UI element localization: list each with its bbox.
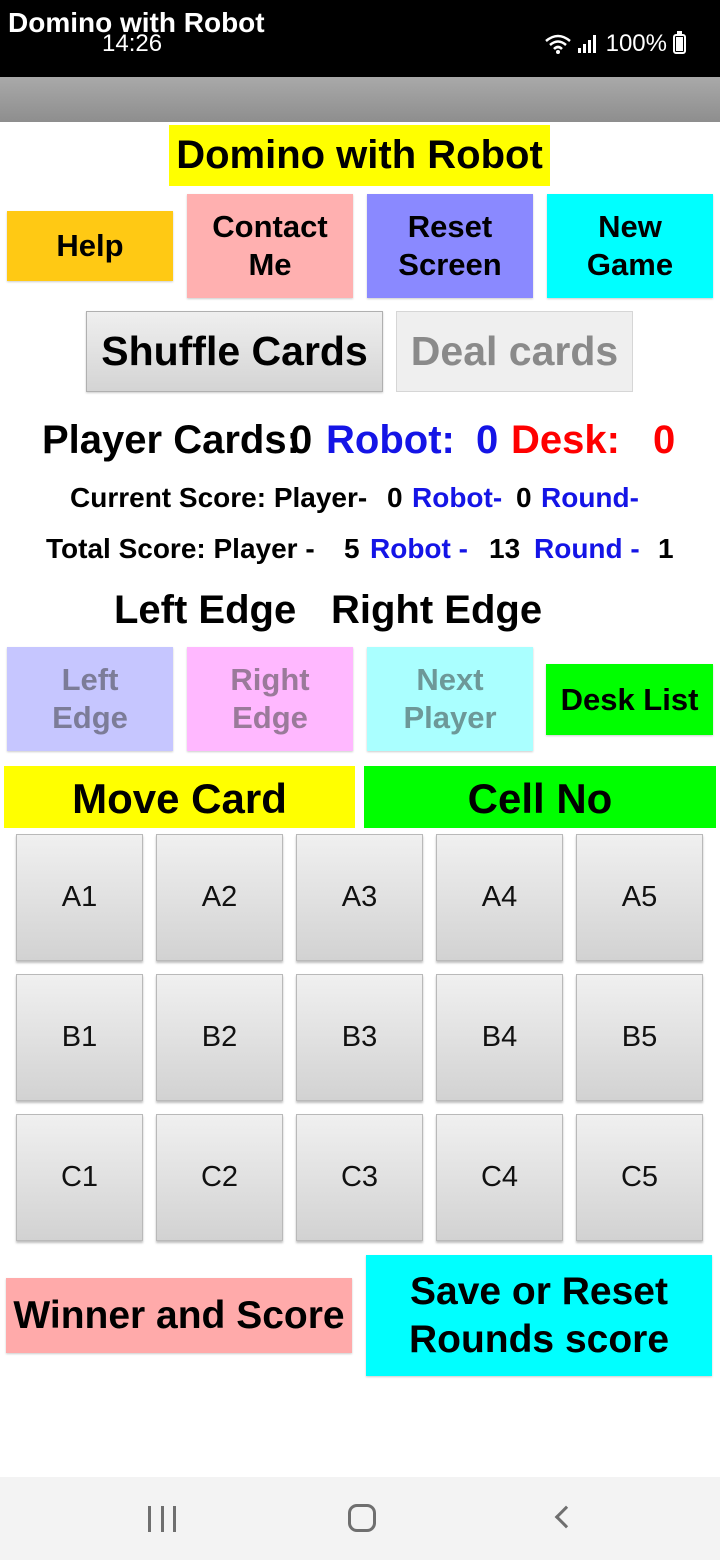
reset-label-line2: Screen [398, 247, 502, 282]
cell-button-c2[interactable]: C2 [156, 1114, 283, 1241]
right-edge-line1: Right [230, 662, 310, 698]
edges-heading: Left Edge Right Edge [0, 588, 720, 638]
cell-no-label: Cell No [364, 766, 716, 828]
card-counts: Player Cards: 0 Robot: 0 Desk: 0 [0, 416, 720, 466]
total-score-robot: 13 [489, 533, 521, 564]
cell-button-a1[interactable]: A1 [16, 834, 143, 961]
left-edge-value: Left Edge [114, 588, 297, 632]
shuffle-label: Shuffle Cards [101, 328, 368, 375]
desk-cards-label: Desk: [511, 418, 620, 462]
current-score: Current Score: Player- 0 Robot- 0 Round- [0, 482, 720, 518]
total-score-round: 1 [658, 533, 674, 564]
cell-button-b4[interactable]: B4 [436, 974, 563, 1101]
contact-label-line1: Contact [212, 209, 328, 245]
cell-button-b5[interactable]: B5 [576, 974, 703, 1101]
next-player-line2: Player [403, 700, 497, 735]
status-icons: 100% [544, 30, 686, 58]
recent-apps-icon[interactable] [148, 1506, 176, 1532]
contact-label-line2: Me [248, 247, 292, 282]
player-cards-value: 0 [290, 418, 313, 462]
winner-and-score-button[interactable]: Winner and Score [6, 1278, 352, 1353]
app-title-bar [0, 77, 720, 122]
next-player-button[interactable]: Next Player [367, 647, 533, 751]
cell-button-b3[interactable]: B3 [296, 974, 423, 1101]
total-score-robot-label: Robot - [370, 533, 468, 564]
signal-icon [577, 35, 596, 53]
desk-cards-value: 0 [653, 418, 676, 462]
winner-label: Winner and Score [13, 1293, 345, 1337]
total-score-player: 5 [344, 533, 360, 564]
cell-button-c4[interactable]: C4 [436, 1114, 563, 1241]
battery-icon [673, 31, 686, 54]
cell-button-b1[interactable]: B1 [16, 974, 143, 1101]
cell-button-b2[interactable]: B2 [156, 974, 283, 1101]
current-score-label: Current Score: Player- [70, 482, 368, 513]
shuffle-cards-button[interactable]: Shuffle Cards [86, 311, 383, 392]
save-or-reset-rounds-button[interactable]: Save or Reset Rounds score [366, 1255, 712, 1376]
current-score-round-label: Round- [541, 482, 639, 513]
deal-label: Deal cards [410, 328, 619, 375]
cell-button-c5[interactable]: C5 [576, 1114, 703, 1241]
total-score-round-label: Round - [534, 533, 640, 564]
cell-button-c1[interactable]: C1 [16, 1114, 143, 1241]
contact-me-button[interactable]: Contact Me [187, 194, 353, 298]
robot-cards-value: 0 [476, 418, 499, 462]
wifi-icon [544, 34, 571, 54]
new-game-button[interactable]: New Game [547, 194, 713, 298]
desk-list-label: Desk List [560, 681, 699, 717]
cell-button-c3[interactable]: C3 [296, 1114, 423, 1241]
player-cards-label: Player Cards: [42, 418, 300, 462]
cell-button-a4[interactable]: A4 [436, 834, 563, 961]
reset-screen-button[interactable]: Reset Screen [367, 194, 533, 298]
right-edge-line2: Edge [232, 700, 308, 735]
left-edge-button[interactable]: Left Edge [7, 647, 173, 751]
home-icon[interactable] [348, 1504, 376, 1532]
right-edge-button[interactable]: Right Edge [187, 647, 353, 751]
app-title: Domino with Robot [8, 7, 265, 38]
current-score-player: 0 [387, 482, 403, 513]
right-edge-value: Right Edge [331, 588, 543, 632]
total-score: Total Score: Player - 5 Robot - 13 Round… [0, 533, 720, 569]
reset-label-line1: Reset [407, 209, 493, 245]
cell-button-a5[interactable]: A5 [576, 834, 703, 961]
newgame-label-line2: Game [586, 247, 674, 282]
save-label-line2: Rounds score [408, 1317, 670, 1361]
help-button[interactable]: Help [7, 211, 173, 281]
left-edge-line2: Edge [52, 700, 128, 735]
current-score-robot: 0 [516, 482, 532, 513]
current-score-robot-label: Robot- [412, 482, 503, 513]
next-player-line1: Next [416, 662, 484, 698]
battery-percent: 100% [605, 30, 667, 57]
cell-button-a3[interactable]: A3 [296, 834, 423, 961]
cell-button-a2[interactable]: A2 [156, 834, 283, 961]
page-title: Domino with Robot [169, 125, 550, 186]
save-label-line1: Save or Reset [410, 1269, 668, 1313]
desk-list-button[interactable]: Desk List [546, 664, 713, 735]
newgame-label-line1: New [598, 209, 662, 245]
help-button-label: Help [56, 228, 124, 264]
robot-cards-label: Robot: [326, 418, 455, 462]
deal-cards-button[interactable]: Deal cards [396, 311, 633, 392]
left-edge-line1: Left [61, 662, 119, 698]
total-score-label: Total Score: Player - [46, 533, 315, 564]
move-card-label: Move Card [4, 766, 355, 828]
